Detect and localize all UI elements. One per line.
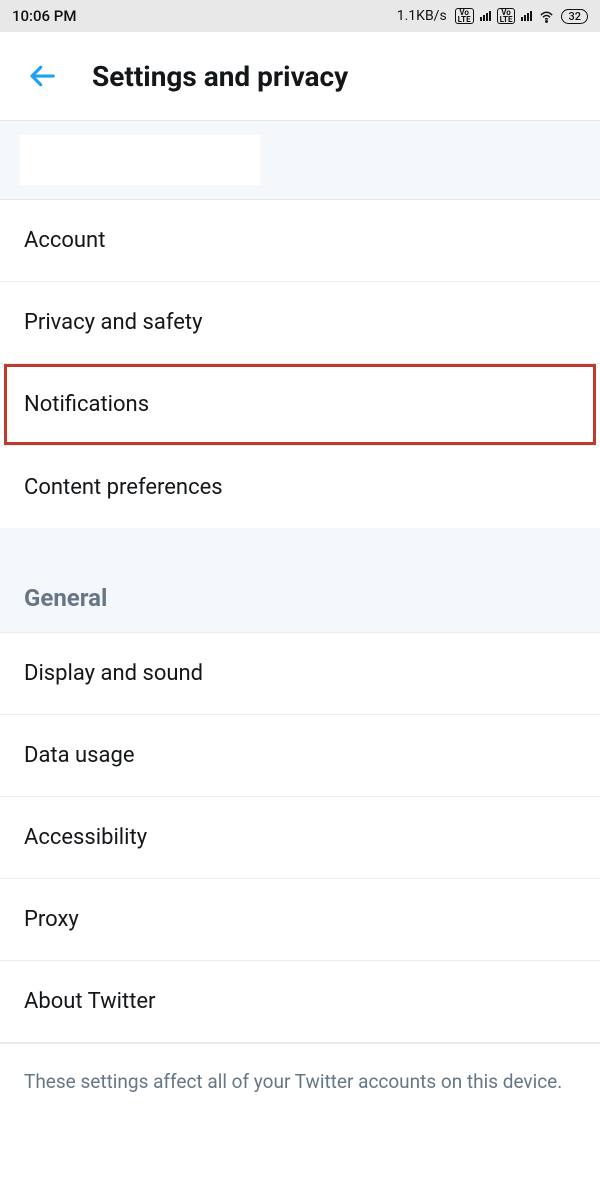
settings-item-label: Data usage bbox=[24, 743, 135, 768]
settings-item-account[interactable]: Account bbox=[0, 200, 600, 282]
settings-item-label: Display and sound bbox=[24, 661, 203, 686]
app-header: Settings and privacy bbox=[0, 32, 600, 120]
status-right: 1.1KB/s VoLTE VoLTE 32 bbox=[397, 8, 588, 25]
status-time: 10:06 PM bbox=[12, 7, 76, 25]
settings-item-accessibility[interactable]: Accessibility bbox=[0, 797, 600, 879]
back-arrow-icon bbox=[27, 61, 57, 91]
settings-item-privacy-safety[interactable]: Privacy and safety bbox=[0, 282, 600, 364]
page-title: Settings and privacy bbox=[92, 60, 348, 93]
volte-icon-2: VoLTE bbox=[497, 8, 516, 24]
settings-item-label: About Twitter bbox=[24, 989, 156, 1014]
battery-indicator: 32 bbox=[561, 9, 588, 24]
section-header-general: General bbox=[0, 528, 600, 633]
settings-item-label: Privacy and safety bbox=[24, 310, 203, 335]
settings-item-content-preferences[interactable]: Content preferences bbox=[0, 446, 600, 528]
settings-item-label: Proxy bbox=[24, 907, 79, 932]
signal-bars-icon-2 bbox=[521, 11, 532, 21]
signal-bars-icon-1 bbox=[480, 11, 491, 21]
footer-note: These settings affect all of your Twitte… bbox=[0, 1043, 600, 1120]
settings-item-proxy[interactable]: Proxy bbox=[0, 879, 600, 961]
back-button[interactable] bbox=[24, 58, 60, 94]
status-network-speed: 1.1KB/s bbox=[397, 8, 447, 24]
settings-item-label: Notifications bbox=[24, 392, 149, 417]
settings-item-label: Account bbox=[24, 228, 105, 253]
status-bar: 10:06 PM 1.1KB/s VoLTE VoLTE 32 bbox=[0, 0, 600, 32]
wifi-icon bbox=[538, 8, 555, 25]
user-handle-section bbox=[0, 120, 600, 200]
settings-item-label: Content preferences bbox=[24, 475, 223, 500]
user-handle-placeholder bbox=[20, 135, 260, 185]
volte-icon-1: VoLTE bbox=[455, 8, 474, 24]
settings-item-data-usage[interactable]: Data usage bbox=[0, 715, 600, 797]
settings-item-about-twitter[interactable]: About Twitter bbox=[0, 961, 600, 1043]
settings-item-notifications[interactable]: Notifications bbox=[0, 364, 600, 446]
settings-item-display-sound[interactable]: Display and sound bbox=[0, 633, 600, 715]
settings-item-label: Accessibility bbox=[24, 825, 147, 850]
